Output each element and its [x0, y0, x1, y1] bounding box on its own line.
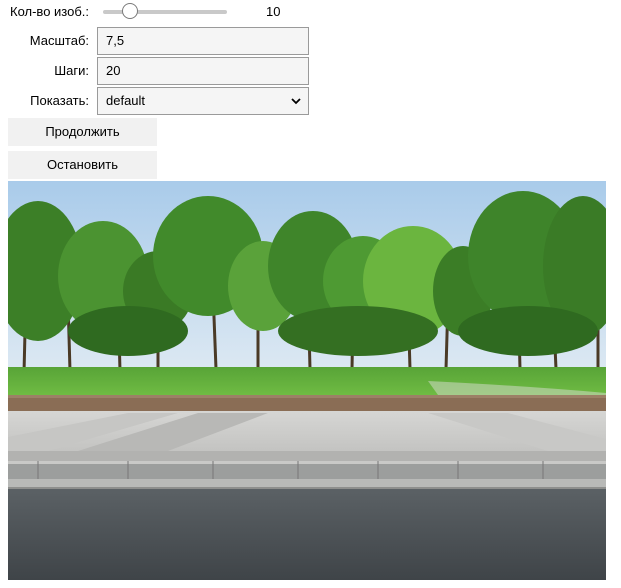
- image-count-label: Кол-во изоб.:: [10, 3, 90, 19]
- show-label: Показать:: [30, 93, 89, 108]
- steps-row: Шаги: 20: [0, 57, 310, 85]
- image-count-row: Кол-во изоб.: 10: [0, 2, 310, 20]
- stop-button[interactable]: Остановить: [8, 151, 157, 179]
- show-select-value: default: [106, 93, 146, 108]
- scale-label: Масштаб:: [29, 33, 89, 48]
- generated-image: [8, 181, 606, 580]
- show-row: Показать: default: [0, 87, 310, 115]
- image-count-value: 10: [266, 4, 281, 19]
- steps-input[interactable]: 20: [97, 57, 309, 85]
- steps-label: Шаги:: [54, 63, 89, 78]
- image-count-slider-thumb[interactable]: [122, 3, 138, 19]
- chevron-down-icon: [291, 98, 301, 105]
- scale-row: Масштаб: 7,5: [0, 27, 310, 55]
- show-select[interactable]: default: [97, 87, 309, 115]
- continue-button[interactable]: Продолжить: [8, 118, 157, 146]
- scale-input[interactable]: 7,5: [97, 27, 309, 55]
